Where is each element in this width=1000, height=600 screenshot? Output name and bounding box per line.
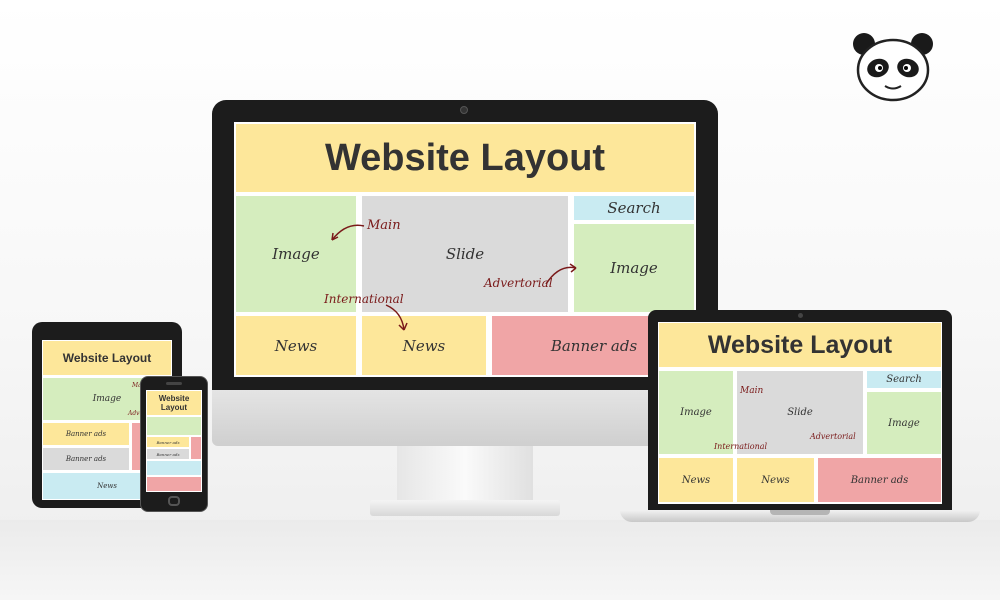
site-title: Website Layout: [62, 351, 152, 365]
banner-ads-block: Banner ads: [818, 458, 941, 502]
banner-ads-block: Banner ads: [147, 437, 189, 447]
banner-label: Banner ads: [850, 474, 909, 486]
smartphone: Website Layout Banner ads Banner ads: [140, 376, 208, 512]
news-label: News: [761, 474, 790, 486]
banner-ads-block-2: Banner ads: [147, 449, 189, 459]
news-label: News: [97, 482, 117, 490]
panda-logo-icon: [853, 33, 933, 102]
phone-screen: Website Layout Banner ads Banner ads: [146, 390, 202, 492]
bottom-banner-block: [147, 477, 201, 491]
international-annotation: International: [714, 442, 768, 451]
banner-label: Banner ads: [65, 455, 107, 463]
banner-label: Banner ads: [156, 439, 180, 445]
advertorial-annotation: Advertorial: [810, 432, 856, 441]
home-button[interactable]: [168, 496, 180, 506]
search-label: Search: [886, 374, 922, 385]
image-block-right: Image: [867, 392, 941, 454]
site-title: Website Layout: [158, 394, 190, 412]
laptop-trackpad-notch: [770, 510, 830, 515]
header-block: Website Layout: [659, 323, 941, 367]
slide-label: Slide: [787, 407, 813, 418]
header-block: Website Layout: [43, 341, 171, 375]
search-block: Search: [867, 371, 941, 388]
banner-ads-block-1: Banner ads: [43, 423, 129, 445]
news-block-2: News: [737, 458, 814, 502]
monitor-stand-neck: [397, 446, 533, 502]
laptop: Website Layout Image Slide Search Image …: [620, 310, 980, 525]
image-label: Image: [888, 417, 920, 429]
main-annotation: Main: [740, 386, 764, 396]
banner-label: Banner ads: [156, 451, 180, 457]
news-label: News: [681, 474, 711, 486]
header-block: Website Layout: [147, 391, 201, 415]
banner-label: Banner ads: [65, 430, 107, 438]
monitor-stand-foot: [370, 500, 560, 516]
laptop-screen: Website Layout Image Slide Search Image …: [658, 322, 942, 504]
site-title: Website Layout: [707, 330, 893, 359]
banner-ads-block-2: Banner ads: [43, 448, 129, 470]
image-label: Image: [92, 394, 122, 404]
image-label: Image: [680, 407, 712, 418]
reflective-floor: [0, 520, 1000, 600]
news-block-1: News: [659, 458, 733, 502]
laptop-webcam-dot: [798, 313, 803, 318]
image-news-block: [147, 461, 201, 475]
image-block: [147, 417, 201, 435]
webcam-dot: [460, 106, 468, 114]
phone-earpiece: [166, 382, 182, 385]
side-banner-block: [191, 437, 201, 459]
